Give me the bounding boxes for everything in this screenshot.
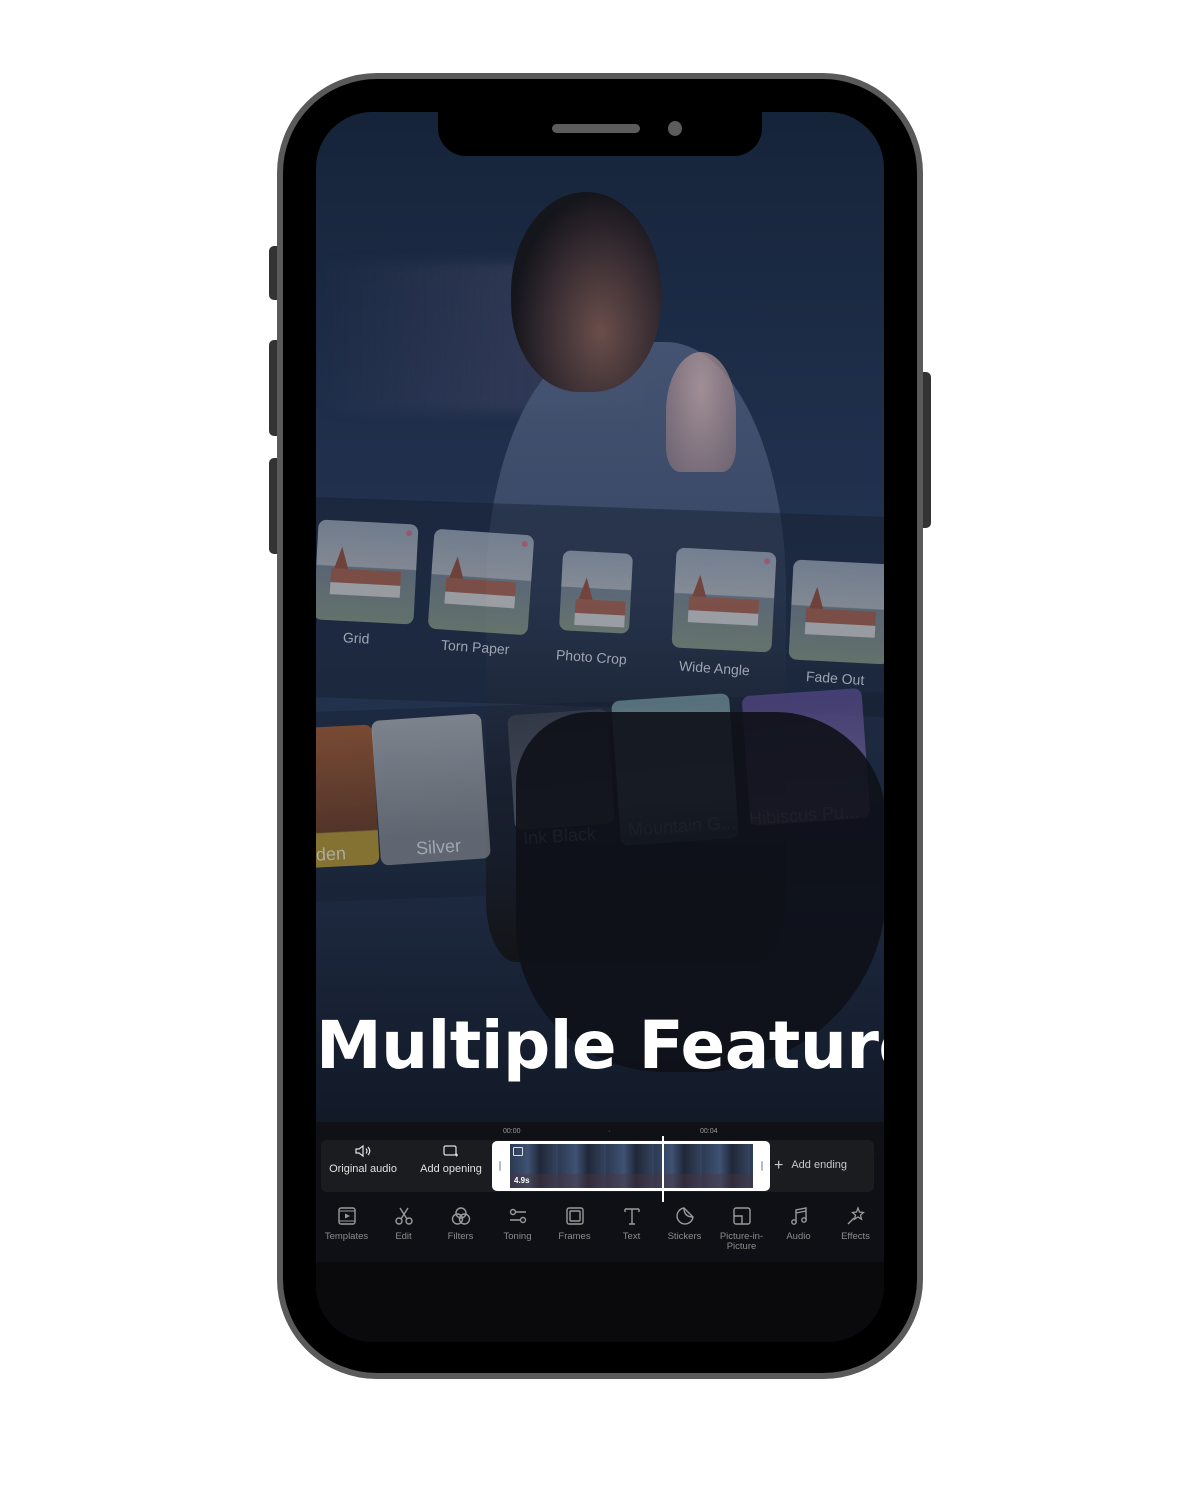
- ruler-dot: ·: [608, 1128, 611, 1135]
- phone-screen: Grid Torn Paper Photo Crop Wide Angle Fa…: [316, 112, 884, 1342]
- phone-notch: [438, 112, 762, 156]
- original-audio-label: Original audio: [329, 1163, 397, 1175]
- clip-handle-right[interactable]: [761, 1161, 763, 1171]
- original-audio-button[interactable]: Original audio: [328, 1144, 398, 1175]
- tool-label: Picture-in-Picture: [719, 1231, 764, 1252]
- bottom-area: [316, 1262, 884, 1342]
- templates-icon: [337, 1207, 356, 1225]
- tool-frames[interactable]: Frames: [546, 1206, 603, 1242]
- tool-filters[interactable]: Filters: [432, 1206, 489, 1242]
- playhead[interactable]: [662, 1136, 664, 1202]
- feature-label: Grid: [342, 629, 370, 647]
- text-icon: [623, 1208, 640, 1225]
- tool-toning[interactable]: Toning: [489, 1206, 546, 1242]
- tool-edit[interactable]: Edit: [375, 1206, 432, 1242]
- plus-icon: +: [774, 1157, 784, 1174]
- tool-label: Frames: [558, 1231, 591, 1242]
- feature-thumbnail: [558, 550, 634, 634]
- headline: Multiple Features: [316, 1007, 884, 1084]
- pip-icon: [732, 1207, 751, 1225]
- feature-thumbnail: [788, 559, 884, 665]
- front-camera: [668, 121, 682, 136]
- frames-icon: [565, 1207, 584, 1225]
- clip-frames: 4.9s: [510, 1144, 753, 1188]
- music-icon: [790, 1207, 807, 1225]
- feature-thumbnail: [316, 519, 419, 625]
- filter-label: Silver: [415, 835, 462, 859]
- add-opening-button[interactable]: Add opening: [416, 1144, 486, 1175]
- feature-thumbnail: [427, 528, 535, 636]
- tool-label: Toning: [503, 1231, 532, 1242]
- effects-icon: [847, 1206, 865, 1225]
- model-head: [511, 192, 661, 392]
- speaker-grille: [552, 124, 640, 133]
- filters-icon: [451, 1207, 470, 1225]
- tool-templates[interactable]: Templates: [318, 1206, 375, 1242]
- model-shoulder: [666, 352, 736, 472]
- toning-icon: [509, 1208, 526, 1224]
- clip-handle-left[interactable]: [499, 1161, 501, 1171]
- speaker-icon: [355, 1144, 371, 1158]
- add-clip-icon: [443, 1145, 458, 1157]
- add-ending-button[interactable]: + Add ending: [774, 1157, 847, 1175]
- feature-thumbnail: [671, 547, 777, 653]
- tool-text[interactable]: Text: [603, 1206, 660, 1242]
- power-button: [922, 372, 931, 528]
- bottom-toolbar: Templates Edit Filters Toning Frames Tex…: [316, 1202, 884, 1262]
- ruler-mark: 00:04: [700, 1128, 718, 1135]
- tool-label: Effects: [841, 1231, 870, 1242]
- tool-label: Text: [622, 1231, 641, 1242]
- tool-effects[interactable]: Effects: [827, 1206, 884, 1242]
- image-icon: [513, 1147, 523, 1156]
- filter-label: den: [316, 843, 347, 865]
- ruler-start: 00:00: [503, 1128, 521, 1135]
- scissors-icon: [394, 1207, 413, 1225]
- tool-label: Filters: [447, 1231, 474, 1242]
- tool-stickers[interactable]: Stickers: [656, 1206, 713, 1242]
- add-opening-label: Add opening: [420, 1163, 482, 1175]
- add-ending-label: Add ending: [791, 1159, 848, 1171]
- clip-duration: 4.9s: [514, 1176, 530, 1185]
- tool-label: Templates: [324, 1231, 369, 1242]
- tool-picture-in-picture[interactable]: Picture-in-Picture: [713, 1206, 770, 1252]
- tool-label: Audio: [786, 1231, 811, 1242]
- tool-label: Edit: [395, 1231, 412, 1242]
- video-clip[interactable]: 4.9s: [492, 1141, 770, 1191]
- stickers-icon: [675, 1207, 694, 1225]
- tool-audio[interactable]: Audio: [770, 1206, 827, 1242]
- tool-label: Stickers: [667, 1231, 702, 1242]
